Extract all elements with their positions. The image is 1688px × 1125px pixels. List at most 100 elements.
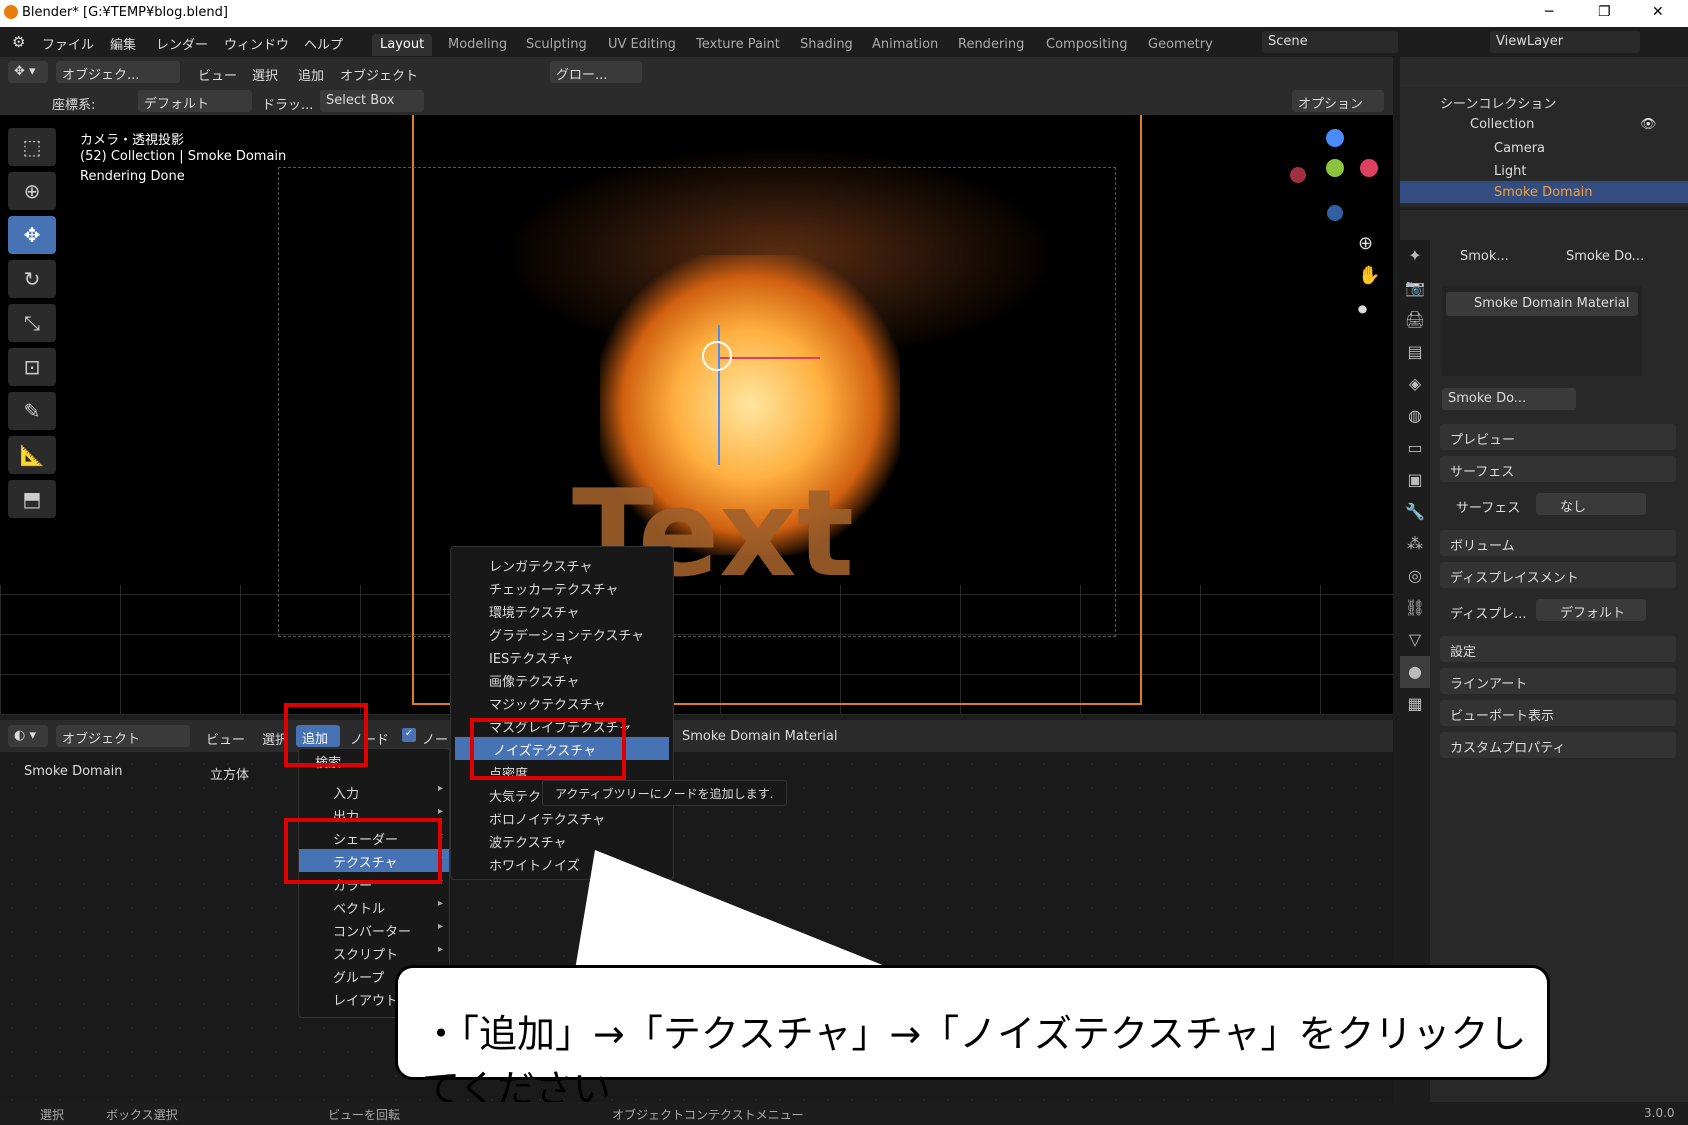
tool-tab-icon[interactable]: ✦ [1400, 240, 1430, 272]
outliner-camera[interactable]: Camera [1494, 141, 1545, 156]
add-menu-converter[interactable]: コンバーター ▸ [299, 918, 449, 941]
zoom-icon[interactable]: ⊕ [1358, 233, 1373, 254]
render-tab-icon[interactable]: 📷 [1400, 272, 1430, 304]
tab-uv-editing[interactable]: UV Editing [600, 34, 684, 56]
add-menu-input[interactable]: 入力 ▸ [299, 780, 449, 803]
tab-texture-paint[interactable]: Texture Paint [688, 34, 788, 56]
coord-selector[interactable]: デフォルト [138, 90, 252, 112]
panel-preview[interactable]: プレビュー [1440, 424, 1676, 450]
tab-rendering[interactable]: Rendering [950, 34, 1032, 56]
texture-tab-icon[interactable]: ▦ [1400, 688, 1430, 720]
node-menu-view[interactable]: ビュー [206, 729, 245, 748]
menu-render[interactable]: レンダー [156, 34, 208, 53]
object-tab-icon[interactable]: ▣ [1400, 464, 1430, 496]
panel-viewport-display[interactable]: ビューポート表示 [1440, 700, 1676, 726]
mode-selector[interactable]: オブジェク... [56, 61, 180, 83]
material-slot-item[interactable]: Smoke Domain Material [1446, 292, 1638, 316]
outliner-light[interactable]: Light [1494, 164, 1526, 179]
view-layer-selector[interactable]: ViewLayer [1490, 31, 1640, 53]
transform-tool-icon[interactable]: ⊡ [8, 348, 56, 386]
menu-file[interactable]: ファイル [42, 34, 94, 53]
rotate-tool-icon[interactable]: ↻ [8, 260, 56, 298]
texture-wave[interactable]: 波テクスチャ [451, 829, 673, 852]
texture-checker[interactable]: チェッカーテクスチャ [451, 576, 673, 599]
texture-ies[interactable]: IESテクスチャ [451, 645, 673, 668]
texture-voronoi[interactable]: ボロノイテクスチャ [451, 806, 673, 829]
physics-tab-icon[interactable]: ◎ [1400, 560, 1430, 592]
output-tab-icon[interactable]: 🖨 [1400, 304, 1430, 336]
texture-gradient[interactable]: グラデーションテクスチャ [451, 622, 673, 645]
visibility-eye-icon[interactable]: 👁 [1640, 117, 1657, 132]
tab-shading[interactable]: Shading [792, 34, 861, 56]
drag-selector[interactable]: ドラッ... [262, 94, 313, 113]
annotate-tool-icon[interactable]: ✎ [8, 392, 56, 430]
gizmo-x-axis[interactable] [720, 357, 820, 359]
gizmo-center[interactable] [702, 341, 732, 371]
nav-gizmo-x[interactable] [1360, 159, 1378, 177]
nav-gizmo-z[interactable] [1326, 129, 1344, 147]
tab-geometry[interactable]: Geometry [1140, 34, 1221, 56]
material-tab-icon[interactable]: ● [1400, 656, 1430, 688]
menu-object[interactable]: オブジェクト [340, 65, 418, 84]
camera-view-icon[interactable]: ⏺ [1358, 299, 1367, 320]
texture-environment[interactable]: 環境テクスチャ [451, 599, 673, 622]
move-tool-icon[interactable]: ✥ [8, 216, 56, 254]
measure-tool-icon[interactable]: 📐 [8, 436, 56, 474]
close-button[interactable]: ✕ [1652, 4, 1664, 20]
menu-help[interactable]: ヘルプ [304, 34, 343, 53]
transform-orientation[interactable]: グロー... [550, 61, 642, 83]
options-button[interactable]: オプション [1292, 90, 1384, 112]
use-nodes-checkbox[interactable]: ✓ [402, 728, 416, 742]
panel-settings[interactable]: 設定 [1440, 636, 1676, 662]
texture-image[interactable]: 画像テクスチャ [451, 668, 673, 691]
texture-magic[interactable]: マジックテクスチャ [451, 691, 673, 714]
node-mode-selector[interactable]: オブジェクト [56, 725, 190, 747]
scene-tab-icon[interactable]: ◈ [1400, 368, 1430, 400]
menu-add[interactable]: 追加 [298, 65, 324, 84]
displacement-value[interactable]: デフォルト [1536, 599, 1646, 621]
outliner-collection[interactable]: Collection [1470, 117, 1534, 132]
area-divider[interactable] [1393, 57, 1400, 1102]
tab-layout[interactable]: Layout [372, 34, 433, 56]
tab-compositing[interactable]: Compositing [1038, 34, 1136, 56]
panel-volume[interactable]: ボリューム [1440, 530, 1676, 556]
menu-window[interactable]: ウィンドウ [224, 34, 289, 53]
select-box-selector[interactable]: Select Box [320, 90, 424, 112]
minimize-button[interactable]: ─ [1545, 4, 1553, 20]
tab-modeling[interactable]: Modeling [440, 34, 515, 56]
scale-tool-icon[interactable]: ⤡ [8, 304, 56, 342]
texture-brick[interactable]: レンガテクスチャ [451, 553, 673, 576]
panel-lineart[interactable]: ラインアート [1440, 668, 1676, 694]
panel-displacement[interactable]: ディスプレイスメント [1440, 562, 1676, 588]
constraints-tab-icon[interactable]: ⛓ [1400, 592, 1430, 624]
outliner-scene-collection[interactable]: シーンコレクション [1440, 93, 1556, 112]
node-editor-type-button[interactable]: ◐ ▾ [8, 725, 48, 747]
add-menu-vector[interactable]: ベクトル ▸ [299, 895, 449, 918]
collection-tab-icon[interactable]: ▭ [1400, 432, 1430, 464]
panel-surface[interactable]: サーフェス [1440, 456, 1676, 482]
modifier-tab-icon[interactable]: 🔧 [1400, 496, 1430, 528]
menu-select[interactable]: 選択 [252, 65, 278, 84]
node-material-name[interactable]: Smoke Domain Material [682, 729, 837, 744]
maximize-button[interactable]: ❐ [1598, 4, 1611, 20]
pan-hand-icon[interactable]: ✋ [1358, 265, 1380, 286]
cursor-tool-icon[interactable]: ⊕ [8, 172, 56, 210]
tab-sculpting[interactable]: Sculpting [518, 34, 595, 56]
nav-gizmo-neg-z[interactable] [1327, 205, 1343, 221]
material-selector[interactable]: Smoke Do... [1442, 388, 1576, 410]
tab-animation[interactable]: Animation [864, 34, 946, 56]
surface-value[interactable]: なし [1536, 493, 1646, 515]
world-tab-icon[interactable]: ◍ [1400, 400, 1430, 432]
menu-edit[interactable]: 編集 [110, 34, 136, 53]
view-layer-tab-icon[interactable]: ▤ [1400, 336, 1430, 368]
editor-type-button[interactable]: ✥ ▾ [8, 61, 48, 83]
outliner-smoke-domain[interactable]: Smoke Domain [1494, 185, 1593, 200]
scene-selector[interactable]: Scene [1262, 31, 1398, 53]
particles-tab-icon[interactable]: ⁂ [1400, 528, 1430, 560]
panel-custom-properties[interactable]: カスタムプロパティ [1440, 732, 1676, 758]
menu-view[interactable]: ビュー [198, 65, 237, 84]
3d-viewport[interactable]: Text カメラ・透視投影 (52) Collection | Smoke Do… [0, 115, 1393, 715]
add-cube-tool-icon[interactable]: ⬒ [8, 480, 56, 518]
nav-gizmo-y[interactable] [1326, 159, 1344, 177]
select-tool-icon[interactable]: ⬚ [8, 128, 56, 166]
